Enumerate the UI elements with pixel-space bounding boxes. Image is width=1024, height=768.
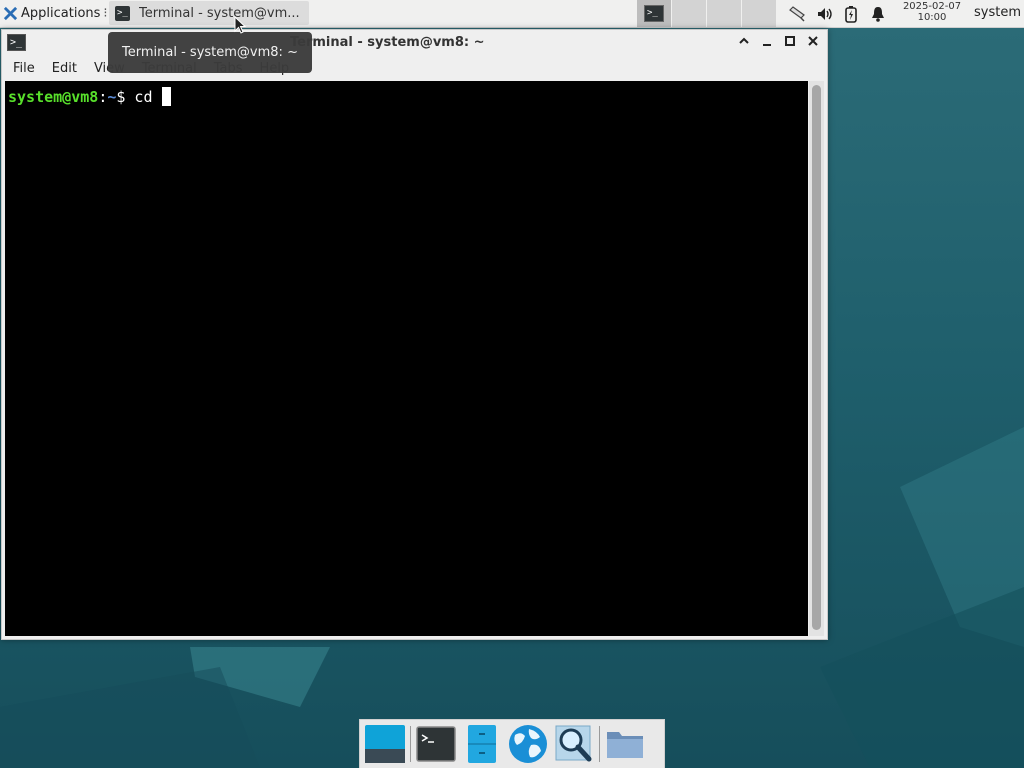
workspace-4[interactable] bbox=[742, 0, 776, 27]
terminal-scrollbar[interactable] bbox=[809, 81, 824, 636]
terminal-launcher[interactable] bbox=[413, 721, 459, 767]
menu-handle-icon: ⁝ bbox=[103, 6, 108, 21]
typed-command: cd bbox=[125, 88, 162, 106]
workspace-1[interactable]: >_ bbox=[637, 0, 671, 27]
app-finder-launcher[interactable] bbox=[551, 721, 597, 767]
workspace-window-thumbnail: >_ bbox=[644, 5, 664, 22]
mouse-pointer-icon bbox=[234, 16, 247, 34]
terminal-output[interactable]: system@vm8:~$ cd bbox=[5, 81, 808, 636]
prompt-colon: : bbox=[98, 88, 108, 106]
taskbar-tooltip: Terminal - system@vm8: ~ bbox=[108, 32, 312, 73]
taskbar-button-label: Terminal - system@vm... bbox=[139, 5, 300, 21]
show-desktop-launcher[interactable] bbox=[362, 721, 408, 767]
close-icon bbox=[808, 36, 818, 46]
dock-separator bbox=[410, 726, 411, 762]
bottom-dock bbox=[359, 719, 665, 768]
taskbar-terminal-button[interactable]: >_ Terminal - system@vm... bbox=[109, 1, 309, 25]
terminal-icon: >_ bbox=[115, 5, 130, 21]
folder-icon bbox=[607, 732, 643, 758]
web-browser-launcher[interactable] bbox=[505, 721, 551, 767]
dock-separator bbox=[599, 726, 600, 762]
shade-button[interactable] bbox=[736, 35, 752, 51]
clock-date: 2025-02-07 bbox=[902, 1, 962, 12]
shell-prompt-line: system@vm8:~$ cd bbox=[8, 87, 171, 106]
window-title: Terminal - system@vm8: ~ bbox=[290, 35, 485, 50]
maximize-button[interactable] bbox=[782, 35, 798, 51]
minimize-button[interactable] bbox=[759, 35, 775, 51]
home-folder-launcher[interactable] bbox=[602, 721, 648, 767]
terminal-icon bbox=[416, 726, 456, 762]
network-icon[interactable] bbox=[786, 0, 808, 27]
applications-label: Applications bbox=[21, 6, 101, 21]
xfce-logo-icon bbox=[3, 6, 18, 21]
prompt-user-host: system@vm8 bbox=[8, 88, 99, 106]
battery-charging-icon bbox=[845, 5, 857, 23]
speaker-icon bbox=[818, 7, 832, 20]
top-panel: Applications ⁝ >_ Terminal - system@vm..… bbox=[0, 0, 1024, 28]
notifications-icon[interactable] bbox=[868, 0, 888, 27]
show-desktop-icon bbox=[365, 725, 405, 763]
workspace-3[interactable] bbox=[707, 0, 741, 27]
chevron-up-icon bbox=[739, 37, 749, 44]
workspace-2[interactable] bbox=[672, 0, 706, 27]
menu-file[interactable]: File bbox=[2, 57, 41, 80]
menu-edit[interactable]: Edit bbox=[41, 57, 83, 80]
file-cabinet-icon bbox=[468, 725, 496, 763]
clock-time: 10:00 bbox=[917, 12, 947, 23]
network-disconnected-icon bbox=[789, 5, 805, 22]
text-cursor bbox=[161, 87, 171, 106]
clock[interactable]: 2025-02-07 10:00 bbox=[894, 1, 970, 23]
magnifier-icon bbox=[555, 725, 592, 762]
minimize-icon bbox=[763, 44, 771, 46]
applications-menu-button[interactable]: Applications ⁝ bbox=[0, 0, 112, 27]
terminal-icon: >_ bbox=[7, 34, 26, 51]
battery-icon[interactable] bbox=[841, 0, 861, 27]
file-manager-launcher[interactable] bbox=[459, 721, 505, 767]
globe-icon bbox=[509, 725, 547, 763]
close-button[interactable] bbox=[805, 35, 821, 51]
user-menu[interactable]: system bbox=[974, 5, 1021, 20]
scrollbar-thumb[interactable] bbox=[812, 85, 821, 630]
terminal-window: >_ Terminal - system@vm8: ~ File Edit Vi… bbox=[1, 29, 828, 640]
volume-icon[interactable] bbox=[814, 0, 836, 27]
maximize-icon bbox=[785, 36, 795, 46]
bell-icon bbox=[872, 6, 884, 22]
